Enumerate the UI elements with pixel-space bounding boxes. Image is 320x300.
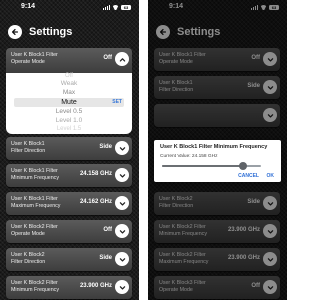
setting-label-line: User K Block2 Filter <box>11 224 58 230</box>
picker-option[interactable]: Off <box>6 72 132 80</box>
picker-option[interactable]: Weak <box>6 80 132 88</box>
chevron-down-icon <box>119 229 125 234</box>
chevron-down-icon <box>119 146 125 151</box>
back-button[interactable] <box>8 25 22 39</box>
setting-row[interactable]: User K Block2 Filter Operate Mode Off <box>6 220 132 243</box>
chevron-down-icon <box>119 201 125 206</box>
setting-row[interactable]: User K Block1 Filter Minimum Frequency 2… <box>6 164 132 187</box>
battery-icon: 63 <box>121 4 131 10</box>
setting-label-line: Minimum Frequency <box>11 286 59 293</box>
set-button[interactable]: SET <box>112 99 122 105</box>
setting-label: User K Block1 Filter Maximum Frequency <box>11 196 60 209</box>
setting-label: User K Block2 Filter Direction <box>11 252 45 265</box>
setting-row-expanded[interactable]: User K Block1 Filter Operate Mode Off <box>6 48 132 73</box>
setting-label: User K Block2 Filter Operate Mode <box>11 224 58 237</box>
setting-label: User K Block1 Filter Direction <box>11 141 45 154</box>
setting-value: 24.158 GHz <box>79 171 112 177</box>
dialog-title: User K Block1 Filter Minimum Frequency <box>160 144 268 150</box>
setting-label: User K Block1 Filter Minimum Frequency <box>11 168 59 181</box>
frequency-dialog: User K Block1 Filter Minimum Frequency C… <box>154 140 281 182</box>
expand-button[interactable] <box>115 280 129 294</box>
setting-label-line: Filter Direction <box>11 258 46 265</box>
setting-label-line: Operate Mode <box>11 58 45 65</box>
expand-button[interactable] <box>115 168 129 182</box>
setting-label: User K Block2 Filter Minimum Frequency <box>11 280 59 293</box>
setting-label-line: Operate Mode <box>11 230 45 237</box>
chevron-down-icon <box>119 285 125 290</box>
chevron-down-icon <box>119 257 125 262</box>
setting-label-line: User K Block2 <box>11 252 45 258</box>
chevron-up-icon <box>119 57 125 62</box>
collapse-button[interactable] <box>115 52 129 66</box>
setting-value: Off <box>103 55 112 61</box>
status-bar: 9:14 63 <box>0 0 139 14</box>
nav-header: Settings <box>8 24 72 40</box>
setting-label-line: Maximum Frequency <box>11 202 61 209</box>
frequency-slider-thumb[interactable] <box>239 162 248 170</box>
setting-row[interactable]: User K Block1 Filter Direction Side <box>6 137 132 160</box>
setting-label-line: User K Block2 Filter <box>11 280 58 286</box>
expand-button[interactable] <box>115 141 129 155</box>
dialog-current-value: Current Value: 24.158 GHz <box>160 154 218 159</box>
setting-value: 23.900 GHz <box>79 283 112 289</box>
setting-value: Side <box>99 255 112 261</box>
setting-label-line: User K Block1 Filter <box>11 168 58 174</box>
cancel-button[interactable]: CANCEL <box>238 173 259 179</box>
setting-label-line: Filter Direction <box>11 147 46 154</box>
setting-value: 24.162 GHz <box>79 199 112 205</box>
setting-row[interactable]: User K Block2 Filter Minimum Frequency 2… <box>6 276 132 299</box>
expand-button[interactable] <box>115 252 129 266</box>
picker-option[interactable]: Level 1.0 <box>6 117 132 125</box>
setting-value: Side <box>99 144 112 150</box>
setting-label-line: User K Block1 Filter <box>11 196 58 202</box>
setting-label-line: Minimum Frequency <box>11 174 59 181</box>
setting-value: Off <box>103 227 112 233</box>
chevron-down-icon <box>119 173 125 178</box>
arrow-left-icon <box>11 28 19 36</box>
picker-option[interactable]: Level 1.5 <box>6 125 132 133</box>
setting-label: User K Block1 Filter Operate Mode <box>11 52 58 65</box>
right-phone-screen: 9:14 63 Settings User K Block1 Filter Op… <box>148 0 287 300</box>
page-title: Settings <box>29 26 73 38</box>
left-phone-screen: 9:14 63 Settings User K Block1 Filter Op… <box>0 0 139 300</box>
value-picker[interactable]: Off Weak Max Mute Level 0.5 Level 1.0 Le… <box>6 73 132 134</box>
signal-icon <box>103 4 110 10</box>
expand-button[interactable] <box>115 196 129 210</box>
frequency-slider-fill <box>162 165 244 167</box>
ok-button[interactable]: OK <box>267 173 275 179</box>
setting-row[interactable]: User K Block2 Filter Direction Side <box>6 248 132 271</box>
status-icons: 63 <box>103 4 131 10</box>
picker-option[interactable]: Level 0.5 <box>6 108 132 116</box>
expand-button[interactable] <box>115 224 129 238</box>
setting-label-line: User K Block1 <box>11 141 45 147</box>
picker-option[interactable]: Max <box>6 89 132 97</box>
setting-label-line: User K Block1 Filter <box>11 52 58 58</box>
status-time: 9:14 <box>21 3 36 10</box>
setting-row[interactable]: User K Block1 Filter Maximum Frequency 2… <box>6 192 132 215</box>
wifi-icon <box>112 5 119 10</box>
